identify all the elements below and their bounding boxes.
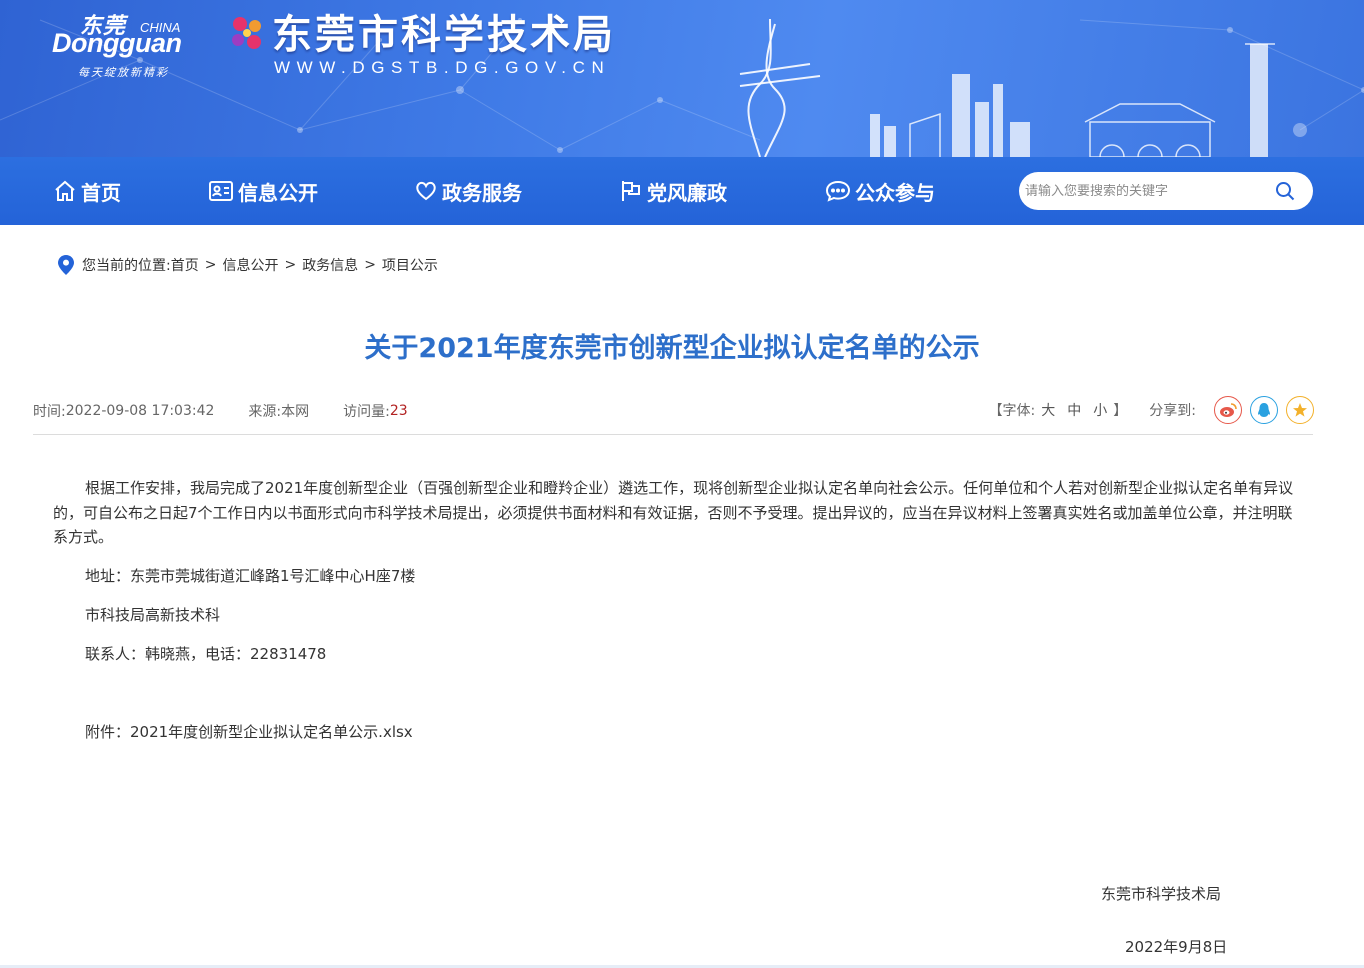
meta-divider [33, 434, 1313, 435]
breadcrumb-separator: > [284, 257, 297, 273]
breadcrumb-info-disclosure[interactable]: 信息公开 [222, 255, 278, 275]
share-label: 分享到: [1149, 403, 1196, 419]
breadcrumb: 您当前的位置: 首页 > 信息公开 > 政务信息 > 项目公示 [58, 255, 438, 275]
article-content: 根据工作安排，我局完成了2021年度创新型企业（百强创新型企业和瞪羚企业）遴选工… [53, 476, 1298, 744]
signature-date: 2022年9月8日 [1125, 938, 1228, 956]
chat-icon [825, 180, 851, 202]
nav-item-public-participation[interactable]: 公众参与 [825, 157, 935, 225]
font-size-small[interactable]: 小 [1093, 400, 1107, 420]
contact-department: 市科技局高新技术科 [85, 606, 221, 624]
id-card-icon [209, 181, 233, 201]
nav-label-info-disclosure: 信息公开 [238, 180, 318, 205]
font-size-open: 【字体: [988, 403, 1036, 419]
location-pin-icon [58, 255, 74, 275]
signature-org: 东莞市科学技术局 [1101, 885, 1222, 903]
share-weibo-button[interactable] [1214, 396, 1242, 424]
search-input[interactable] [1025, 183, 1265, 199]
breadcrumb-separator: > [364, 257, 376, 273]
article-meta: 时间: 2022-09-08 17:03:42 来源: 本网 访问量: 23 [33, 400, 408, 422]
views-count: 23 [389, 403, 408, 419]
main-nav: 首页 信息公开 政务服务 党风廉政 公众参与 [0, 157, 1364, 225]
source-label: 来源: [248, 404, 282, 420]
nav-item-home[interactable]: 首页 [53, 157, 121, 225]
breadcrumb-separator: > [204, 257, 217, 273]
logo-english-text: Dongguan [52, 28, 182, 58]
publish-time: 2022-09-08 17:03:42 [65, 403, 215, 419]
breadcrumb-label: 您当前的位置: [82, 258, 171, 274]
site-url: WWW.DGSTB.DG.GOV.CN [274, 58, 611, 77]
nav-item-party-integrity[interactable]: 党风廉政 [619, 157, 727, 225]
article-title: 关于2021年度东莞市创新型企业拟认定名单的公示 [364, 333, 980, 364]
home-icon [55, 180, 75, 201]
search-box [1019, 172, 1313, 210]
qq-icon [1258, 403, 1270, 417]
weibo-icon [1220, 403, 1237, 417]
site-title: 东莞市科学技术局 [272, 12, 616, 58]
contact-person: 联系人：韩晓燕，电话：22831478 [85, 645, 327, 663]
article-paragraph: 根据工作安排，我局完成了2021年度创新型企业（百强创新型企业和瞪羚企业）遴选工… [53, 479, 1294, 546]
font-size-medium[interactable]: 中 [1067, 400, 1081, 420]
nav-item-gov-services[interactable]: 政务服务 [414, 157, 522, 225]
source-value: 本网 [281, 404, 310, 420]
logo-slogan: 每天绽放新精彩 [78, 66, 169, 79]
flower-emblem-icon [232, 17, 261, 49]
views-label: 访问量: [343, 404, 390, 420]
nav-label-public-participation: 公众参与 [855, 180, 935, 205]
qzone-icon [1293, 403, 1307, 417]
nav-label-home: 首页 [81, 180, 121, 205]
share-qzone-button[interactable] [1286, 396, 1314, 424]
breadcrumb-home[interactable]: 首页 [171, 255, 199, 275]
share-qq-button[interactable] [1250, 396, 1278, 424]
search-icon[interactable] [1275, 181, 1295, 201]
article-tools: 【字体: 大 中 小 】 分享到: [989, 396, 1314, 424]
contact-address: 地址：东莞市莞城街道汇峰路1号汇峰中心H座7楼 [85, 567, 416, 585]
nav-item-info-disclosure[interactable]: 信息公开 [208, 157, 318, 225]
time-label: 时间: [33, 404, 66, 420]
font-size-close: 】 [1113, 403, 1128, 419]
nav-label-gov-services: 政务服务 [442, 180, 522, 205]
nav-label-party-integrity: 党风廉政 [647, 180, 727, 205]
breadcrumb-project-notice[interactable]: 项目公示 [382, 255, 438, 275]
breadcrumb-gov-info[interactable]: 政务信息 [302, 255, 358, 275]
heart-icon [416, 181, 436, 201]
city-skyline-illustration [739, 18, 1275, 157]
font-size-large[interactable]: 大 [1041, 400, 1055, 420]
header-banner: 东莞 CHINA Dongguan 每天绽放新精彩 东莞市科学技术局 WWW.D… [0, 0, 1364, 157]
dongguan-logo[interactable]: 东莞 CHINA Dongguan 每天绽放新精彩 [52, 6, 212, 86]
attachment-link[interactable]: 附件：2021年度创新型企业拟认定名单公示.xlsx [53, 720, 1298, 745]
flag-icon [622, 181, 640, 201]
